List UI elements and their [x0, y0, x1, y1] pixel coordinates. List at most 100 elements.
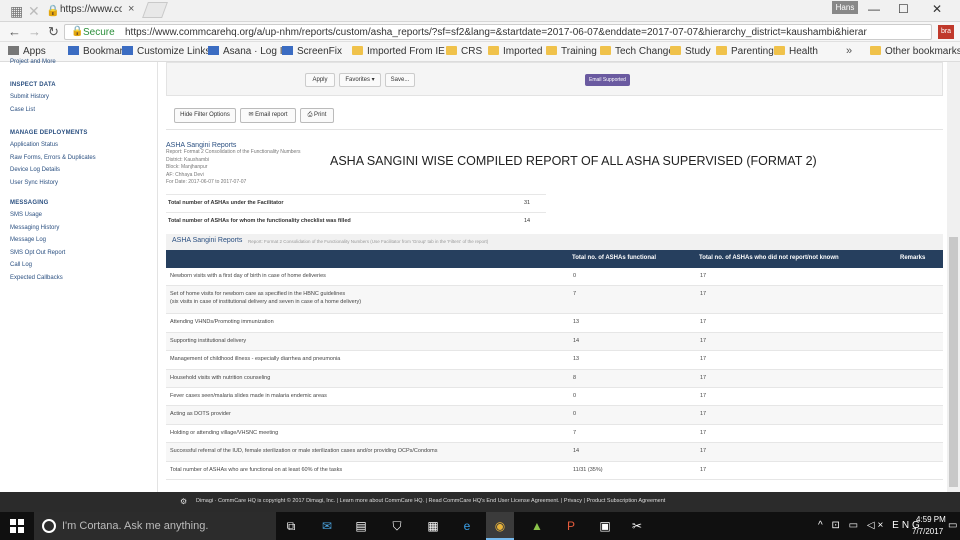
table-body: Newborn visits with a first day of birth…: [166, 268, 943, 480]
sidebar-link[interactable]: SMS Opt Out Report: [10, 250, 65, 256]
profile-badge[interactable]: Hans: [832, 1, 858, 14]
sidebar-heading: INSPECT DATA: [10, 82, 56, 88]
functionality-table: Total no. of ASHAs functional Total no. …: [166, 250, 943, 480]
sidebar-link[interactable]: Submit History: [10, 94, 49, 100]
task-cell: Management of childhood illness - especi…: [170, 356, 340, 362]
task-cell: Fever cases seen/malaria slides made in …: [170, 393, 327, 399]
task-view-icon[interactable]: ⧉: [282, 517, 300, 535]
task-text: Attending VHNDs/Promoting immunization: [170, 319, 274, 326]
internet-explorer-icon[interactable]: e: [458, 517, 476, 535]
summary-row: Total number of ASHAs for whom the funct…: [166, 212, 546, 230]
sidebar-link[interactable]: Expected Callbacks: [10, 275, 63, 281]
maximize-icon[interactable]: ☐: [898, 2, 909, 16]
bookmark-item[interactable]: Health: [774, 46, 818, 57]
not-known-cell: 17: [700, 392, 707, 399]
functional-cell: 0: [573, 392, 577, 399]
page-footer: ⚙ Dimagi · CommCare HQ is copyright © 20…: [0, 492, 960, 512]
folder-icon[interactable]: ▣: [596, 517, 614, 535]
favorites-dropdown[interactable]: Favorites ▾: [339, 73, 381, 87]
tab-close-icon[interactable]: ×: [128, 3, 134, 15]
not-known-cell: 17: [700, 356, 707, 363]
bookmark-label: Imported: [503, 46, 543, 57]
photos-icon[interactable]: ▲: [528, 517, 546, 535]
sidebar-link[interactable]: Application Status: [10, 142, 58, 148]
scrollbar-thumb[interactable]: [949, 237, 958, 487]
sidebar-link[interactable]: Message Log: [10, 237, 46, 243]
email-supported-badge: Email Supported: [585, 74, 630, 86]
meta-line: District: Kaushambi: [166, 156, 210, 163]
table-row: Total number of ASHAs who are functional…: [166, 462, 943, 480]
sidebar-link[interactable]: Raw Forms, Errors & Duplicates: [10, 155, 96, 161]
task-text: Newborn visits with a first day of birth…: [170, 273, 326, 279]
bookmark-label: ScreenFix: [297, 46, 343, 57]
functional-cell: 8: [573, 374, 577, 381]
table-row: Household visits with nutrition counseli…: [166, 369, 943, 388]
save-button[interactable]: Save...: [385, 73, 415, 87]
minimize-icon[interactable]: —: [868, 2, 880, 16]
file-explorer-icon[interactable]: ▤: [352, 517, 370, 535]
task-text-line2: (six visits in case of institutional del…: [170, 299, 362, 306]
table-row: Holding or attending village/VHSNC meeti…: [166, 425, 943, 444]
clock-date[interactable]: 7/7/2017: [912, 527, 943, 536]
back-arrow-icon[interactable]: ←: [8, 24, 21, 39]
footer-text[interactable]: Dimagi · CommCare HQ is copyright © 2017…: [196, 498, 665, 504]
bookmark-item[interactable]: Imported From IE: [352, 46, 445, 57]
sidebar-link[interactable]: Messaging History: [10, 225, 59, 231]
notification-icon[interactable]: ▭: [948, 520, 957, 531]
bookmarks-overflow-icon[interactable]: »: [846, 45, 852, 57]
secure-label: Secure: [83, 27, 115, 38]
bookmark-item[interactable]: Parenting: [716, 46, 774, 57]
tab-grid-icon: ▦: [10, 3, 24, 19]
summary-table: Total number of ASHAs under the Facilita…: [166, 194, 546, 230]
other-bookmarks[interactable]: Other bookmarks: [870, 46, 960, 57]
bookmark-label: Study: [685, 46, 711, 57]
system-tray[interactable]: ^ ⊡ ▭ ◁× ENG: [818, 520, 923, 531]
forward-arrow-icon[interactable]: →: [28, 24, 41, 39]
new-tab-button[interactable]: [142, 2, 168, 18]
bookmark-item[interactable]: Asana · Log In: [208, 46, 288, 57]
windows-start-icon[interactable]: [10, 519, 24, 533]
clock-time[interactable]: 4:59 PM: [916, 515, 946, 524]
functional-cell: 13: [573, 319, 580, 326]
outlook-icon[interactable]: ✉: [318, 517, 336, 535]
snipping-tool-icon[interactable]: ✂: [628, 517, 646, 535]
bookmark-item[interactable]: Imported: [488, 46, 542, 57]
sidebar-link[interactable]: User Sync History: [10, 180, 58, 186]
summary-label: Total number of ASHAs under the Facilita…: [168, 200, 284, 206]
bookmark-item[interactable]: CRS: [446, 46, 482, 57]
bookmark-item[interactable]: Study: [670, 46, 711, 57]
url-text[interactable]: https://www.commcarehq.org/a/up-nhm/repo…: [125, 27, 925, 38]
tab-title[interactable]: https://www.commcarch: [60, 4, 122, 15]
table-header: Total no. of ASHAs functional Total no. …: [166, 250, 943, 268]
url-input[interactable]: 🔒 Secure https://www.commcarehq.org/a/up…: [64, 24, 932, 40]
reload-icon[interactable]: ↻: [48, 24, 59, 40]
chrome-icon[interactable]: ◉: [491, 517, 509, 535]
task-cell: Holding or attending village/VHSNC meeti…: [170, 430, 278, 436]
print-button[interactable]: ⎙ Print: [300, 108, 334, 123]
sidebar-link[interactable]: Device Log Details: [10, 167, 60, 173]
sidebar-link[interactable]: Case List: [10, 107, 35, 113]
bookmark-item[interactable]: ScreenFix: [282, 46, 342, 57]
hide-filter-options-button[interactable]: Hide Filter Options: [174, 108, 236, 123]
task-text: Successful referral of the IUD, female s…: [170, 448, 438, 455]
task-cell: Newborn visits with a first day of birth…: [170, 273, 326, 279]
sidebar-link[interactable]: Project and More: [10, 59, 56, 65]
bookmark-item[interactable]: Apps: [8, 46, 46, 57]
bookmark-item[interactable]: Customize Links: [122, 46, 210, 57]
cortana-search-box[interactable]: I'm Cortana. Ask me anything.: [34, 512, 276, 540]
table-row: Successful referral of the IUD, female s…: [166, 443, 943, 462]
bookmark-label: Asana · Log In: [223, 46, 289, 57]
apply-button[interactable]: Apply: [305, 73, 335, 87]
sidebar-link[interactable]: Call Log: [10, 262, 32, 268]
store-icon[interactable]: ⛉: [388, 517, 406, 535]
bookmark-item[interactable]: Tech Change: [600, 46, 674, 57]
powerpoint-icon[interactable]: P: [562, 517, 580, 535]
not-known-cell: 17: [700, 466, 707, 473]
sidebar-link[interactable]: SMS Usage: [10, 212, 42, 218]
email-report-button[interactable]: ✉ Email report: [240, 108, 296, 123]
report-title: ASHA Sangini Reports: [166, 142, 237, 149]
window-close-icon[interactable]: ✕: [932, 2, 942, 16]
extension-icon[interactable]: bra: [938, 25, 954, 39]
calculator-icon[interactable]: ▦: [424, 517, 442, 535]
bookmark-item[interactable]: Training: [546, 46, 597, 57]
